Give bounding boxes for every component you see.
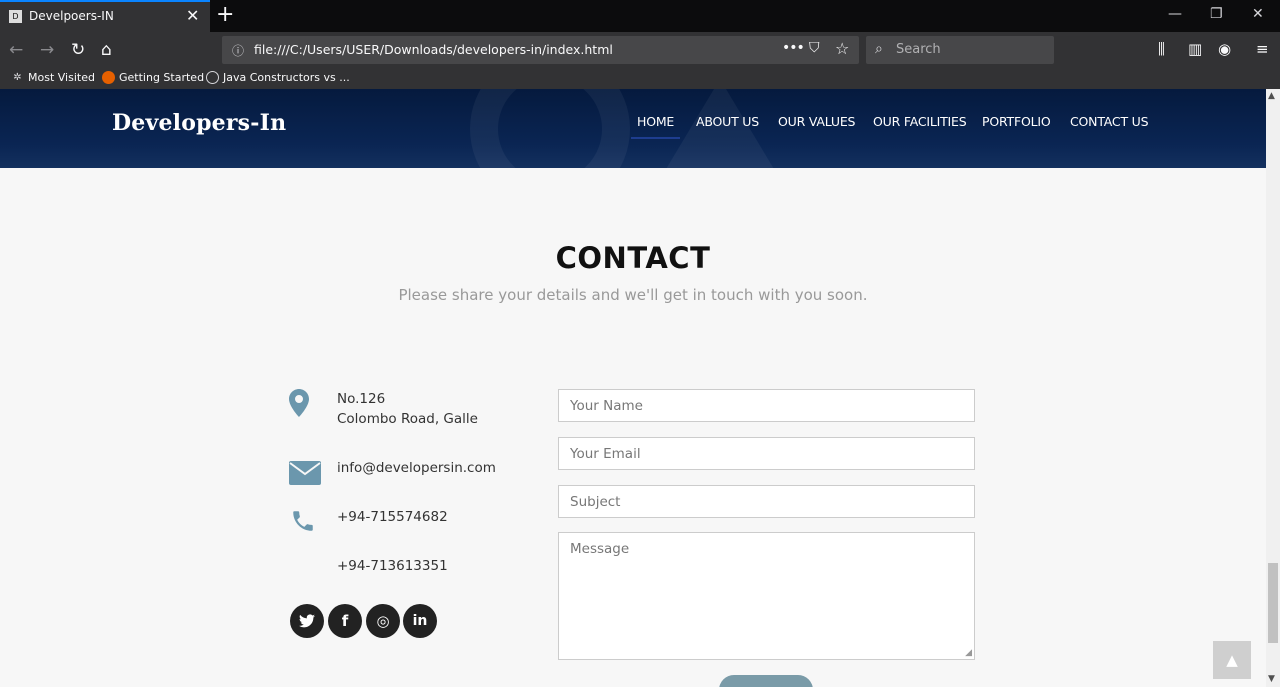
- search-placeholder: Search: [896, 42, 941, 57]
- email-text[interactable]: info@developersin.com: [337, 458, 496, 478]
- bookmark-star-icon[interactable]: ☆: [835, 39, 849, 58]
- name-placeholder: Your Name: [570, 398, 643, 414]
- gear-icon: ✲: [13, 72, 22, 83]
- name-field[interactable]: Your Name: [558, 389, 975, 422]
- page-info-icon[interactable]: ⓘ: [232, 42, 244, 59]
- site-header: Developers-In HOME ABOUT US OUR VALUES O…: [0, 89, 1266, 168]
- search-icon: ⌕: [875, 41, 883, 57]
- reload-icon[interactable]: ↻: [71, 39, 85, 61]
- back-arrow-icon[interactable]: ←: [9, 39, 23, 61]
- map-pin-icon: [289, 389, 309, 421]
- page-actions-icon[interactable]: •••: [782, 40, 805, 56]
- section-subtitle: Please share your details and we'll get …: [398, 286, 868, 304]
- firefox-icon: [102, 71, 115, 84]
- message-placeholder: Message: [570, 541, 630, 557]
- twitter-icon[interactable]: [290, 604, 324, 638]
- resize-handle-icon[interactable]: ◢: [965, 648, 972, 658]
- browser-tab-strip: D Develpoers-IN ✕ + — ❐ ✕: [0, 0, 1280, 32]
- forward-arrow-icon[interactable]: →: [40, 39, 54, 61]
- phone-number-1: +94-715574682: [337, 509, 448, 525]
- address-line-1: No.126: [337, 391, 386, 407]
- bookmark-label: Java Constructors vs ...: [223, 71, 350, 84]
- library-icon[interactable]: ⫼: [1158, 40, 1165, 58]
- globe-icon: [206, 71, 219, 84]
- scrollbar-thumb[interactable]: [1268, 563, 1278, 643]
- pocket-icon[interactable]: ⛉: [809, 40, 820, 56]
- bookmark-java-constructors[interactable]: Java Constructors vs ...: [206, 71, 350, 84]
- bookmark-getting-started[interactable]: Getting Started: [102, 71, 204, 84]
- message-textarea[interactable]: Message ◢: [558, 532, 975, 660]
- nav-our-values[interactable]: OUR VALUES: [778, 114, 855, 129]
- new-tab-button[interactable]: +: [216, 2, 234, 28]
- submit-button[interactable]: [719, 675, 813, 687]
- site-favicon-icon: D: [9, 10, 22, 23]
- nav-portfolio[interactable]: PORTFOLIO: [982, 114, 1051, 129]
- chevron-up-icon: ▲: [1226, 651, 1238, 669]
- nav-our-facilities[interactable]: OUR FACILITIES: [873, 114, 967, 129]
- browser-toolbar: ← → ↻ ⌂ ⓘ file:///C:/Users/USER/Download…: [0, 32, 1280, 68]
- facebook-icon[interactable]: f: [328, 604, 362, 638]
- nav-contact-us[interactable]: CONTACT US: [1070, 114, 1149, 129]
- linkedin-icon[interactable]: in: [403, 604, 437, 638]
- site-logo[interactable]: Developers-In: [112, 110, 286, 136]
- subject-placeholder: Subject: [570, 494, 621, 510]
- address-line-2: Colombo Road, Galle: [337, 411, 478, 427]
- address-bar[interactable]: ⓘ file:///C:/Users/USER/Downloads/develo…: [222, 36, 859, 64]
- url-text[interactable]: file:///C:/Users/USER/Downloads/develope…: [254, 42, 613, 57]
- sidebar-icon[interactable]: ▥: [1188, 40, 1202, 58]
- email-field[interactable]: Your Email: [558, 437, 975, 470]
- back-to-top-button[interactable]: ▲: [1213, 641, 1251, 679]
- phone-number-2: +94-713613351: [337, 558, 448, 574]
- scroll-down-icon[interactable]: ▼: [1268, 674, 1275, 684]
- menu-icon[interactable]: ≡: [1256, 40, 1269, 58]
- tab-title: Develpoers-IN: [29, 9, 114, 23]
- browser-tab[interactable]: D Develpoers-IN ✕: [0, 0, 210, 32]
- nav-home[interactable]: HOME: [630, 114, 681, 139]
- restore-button[interactable]: ❐: [1210, 6, 1223, 22]
- account-icon[interactable]: ◉: [1218, 40, 1231, 58]
- close-tab-icon[interactable]: ✕: [186, 6, 199, 25]
- home-icon[interactable]: ⌂: [101, 39, 112, 61]
- close-window-button[interactable]: ✕: [1252, 6, 1264, 22]
- bookmark-label: Most Visited: [28, 71, 95, 84]
- email-placeholder: Your Email: [570, 446, 641, 462]
- envelope-icon: [289, 461, 321, 489]
- bookmark-most-visited[interactable]: ✲ Most Visited: [11, 71, 95, 84]
- search-box[interactable]: ⌕ Search: [866, 36, 1054, 64]
- header-decoration: [470, 89, 630, 168]
- page-scrollbar[interactable]: ▲ ▼: [1266, 89, 1280, 687]
- phone-icon: [290, 508, 316, 538]
- page-viewport: Developers-In HOME ABOUT US OUR VALUES O…: [0, 89, 1266, 687]
- minimize-button[interactable]: —: [1168, 6, 1182, 22]
- bookmark-label: Getting Started: [119, 71, 205, 84]
- nav-about-us[interactable]: ABOUT US: [696, 114, 759, 129]
- scroll-up-icon[interactable]: ▲: [1268, 91, 1275, 101]
- subject-field[interactable]: Subject: [558, 485, 975, 518]
- instagram-icon[interactable]: ◎: [366, 604, 400, 638]
- bookmarks-toolbar: ✲ Most Visited Getting Started Java Cons…: [0, 68, 1280, 89]
- section-title: CONTACT: [555, 241, 711, 275]
